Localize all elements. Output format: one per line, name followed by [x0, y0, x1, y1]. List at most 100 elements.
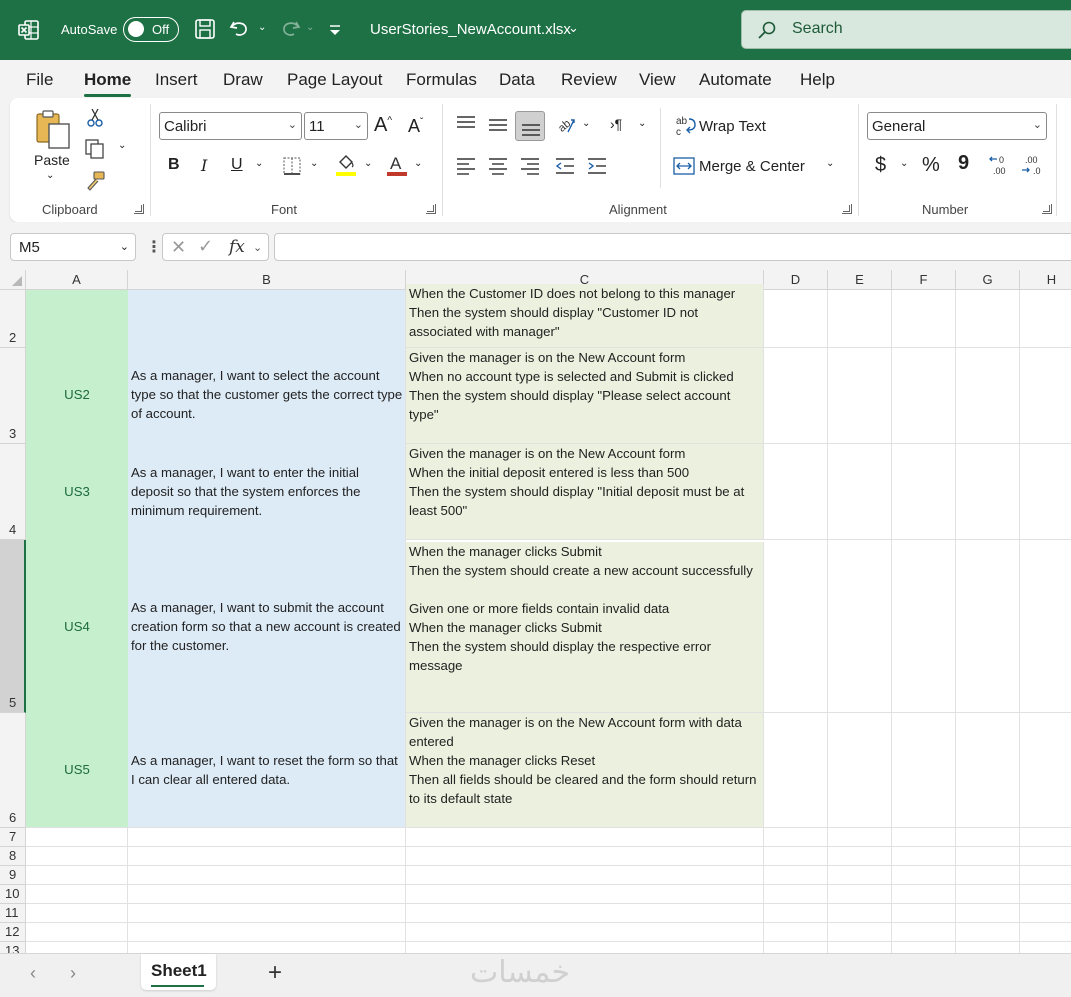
empty-cell[interactable]: [406, 847, 764, 866]
row-header[interactable]: 2: [0, 290, 26, 348]
save-icon[interactable]: [193, 17, 217, 41]
empty-cell[interactable]: [956, 540, 1020, 713]
cut-icon[interactable]: [86, 108, 104, 128]
empty-cell[interactable]: [892, 540, 956, 713]
font-name-select[interactable]: Calibri ⌄: [159, 112, 302, 140]
empty-cell[interactable]: [406, 942, 764, 953]
empty-cell[interactable]: [26, 904, 128, 923]
text-direction-dropdown-icon[interactable]: ⌄: [638, 118, 646, 129]
empty-cell[interactable]: [956, 713, 1020, 828]
align-right-icon[interactable]: [519, 155, 541, 177]
fill-color-icon[interactable]: [335, 153, 357, 177]
italic-button[interactable]: I: [201, 156, 207, 175]
empty-cell[interactable]: [828, 847, 892, 866]
add-sheet-button[interactable]: +: [268, 959, 282, 987]
empty-cell[interactable]: [26, 942, 128, 953]
empty-cell[interactable]: [892, 290, 956, 348]
cancel-icon[interactable]: ✕: [171, 237, 186, 258]
filename-dropdown-icon[interactable]: ⌄: [568, 20, 579, 36]
empty-cell[interactable]: [828, 348, 892, 444]
empty-cell[interactable]: [828, 713, 892, 828]
file-name[interactable]: UserStories_NewAccount.xlsx: [370, 21, 571, 38]
align-top-icon[interactable]: [455, 114, 477, 134]
font-color-dropdown-icon[interactable]: ⌄: [414, 158, 422, 169]
cell-b5[interactable]: As a manager, I want to submit the accou…: [128, 540, 406, 713]
bold-button[interactable]: B: [168, 156, 180, 174]
empty-cell[interactable]: [892, 942, 956, 953]
copy-icon[interactable]: [84, 138, 106, 160]
empty-cell[interactable]: [26, 828, 128, 847]
merge-dropdown-icon[interactable]: ⌄: [826, 158, 834, 169]
column-header-d[interactable]: D: [764, 270, 828, 290]
align-bottom-button[interactable]: [515, 111, 545, 141]
empty-cell[interactable]: [956, 444, 1020, 540]
empty-cell[interactable]: [1020, 904, 1071, 923]
empty-cell[interactable]: [828, 540, 892, 713]
chevron-down-icon[interactable]: ⌄: [253, 241, 262, 254]
align-center-icon[interactable]: [487, 155, 509, 177]
autosave-toggle[interactable]: Off: [123, 17, 179, 42]
empty-cell[interactable]: [956, 847, 1020, 866]
empty-cell[interactable]: [1020, 348, 1071, 444]
column-header-h[interactable]: H: [1020, 270, 1071, 290]
search-box[interactable]: Search: [741, 10, 1071, 49]
more-options-icon[interactable]: ⋮: [146, 237, 162, 257]
format-painter-icon[interactable]: [84, 170, 106, 192]
empty-cell[interactable]: [828, 923, 892, 942]
paste-label[interactable]: Paste: [34, 152, 70, 168]
empty-cell[interactable]: [128, 847, 406, 866]
empty-cell[interactable]: [892, 847, 956, 866]
enter-icon[interactable]: ✓: [198, 236, 213, 257]
merge-center-icon[interactable]: [673, 156, 695, 176]
number-launcher-icon[interactable]: [1042, 204, 1052, 214]
wrap-text-button[interactable]: Wrap Text: [699, 118, 766, 135]
cell-c4[interactable]: Given the manager is on the New Account …: [406, 444, 764, 540]
empty-cell[interactable]: [764, 923, 828, 942]
borders-dropdown-icon[interactable]: ⌄: [310, 158, 318, 169]
cell-a6[interactable]: US5: [26, 713, 128, 828]
tab-data[interactable]: Data: [499, 70, 535, 90]
empty-cell[interactable]: [128, 828, 406, 847]
empty-cell[interactable]: [892, 713, 956, 828]
increase-decimal-icon[interactable]: 0 .00: [988, 153, 1012, 177]
empty-cell[interactable]: [764, 444, 828, 540]
row-header[interactable]: 7: [0, 828, 26, 847]
empty-cell[interactable]: [892, 866, 956, 885]
cell-a2[interactable]: [26, 290, 128, 348]
clipboard-launcher-icon[interactable]: [134, 204, 144, 214]
empty-cell[interactable]: [764, 290, 828, 348]
column-header-g[interactable]: G: [956, 270, 1020, 290]
empty-cell[interactable]: [1020, 923, 1071, 942]
wrap-text-icon[interactable]: ab c: [675, 115, 697, 137]
row-header[interactable]: 3: [0, 348, 26, 444]
decrease-decimal-icon[interactable]: .00 .0: [1020, 153, 1044, 177]
column-header-e[interactable]: E: [828, 270, 892, 290]
tab-home[interactable]: Home: [84, 70, 132, 97]
customize-toolbar-icon[interactable]: [326, 17, 344, 41]
tab-file[interactable]: File: [26, 70, 53, 90]
row-header[interactable]: 4: [0, 444, 26, 540]
undo-icon[interactable]: [228, 17, 252, 41]
font-size-select[interactable]: 11 ⌄: [304, 112, 368, 140]
empty-cell[interactable]: [892, 444, 956, 540]
tab-automate[interactable]: Automate: [699, 70, 772, 90]
empty-cell[interactable]: [828, 444, 892, 540]
row-header[interactable]: 8: [0, 847, 26, 866]
tab-help[interactable]: Help: [800, 70, 835, 90]
empty-cell[interactable]: [956, 942, 1020, 953]
cell-c3[interactable]: Given the manager is on the New Account …: [406, 348, 764, 444]
empty-cell[interactable]: [764, 828, 828, 847]
empty-cell[interactable]: [764, 885, 828, 904]
empty-cell[interactable]: [1020, 885, 1071, 904]
formula-input[interactable]: [274, 233, 1071, 261]
empty-cell[interactable]: [828, 290, 892, 348]
number-format-select[interactable]: General ⌄: [867, 112, 1047, 140]
redo-dropdown-icon[interactable]: ⌄: [306, 22, 314, 33]
empty-cell[interactable]: [764, 713, 828, 828]
prev-sheet-icon[interactable]: ‹: [30, 963, 36, 984]
tab-formulas[interactable]: Formulas: [406, 70, 477, 90]
tab-page-layout[interactable]: Page Layout: [287, 70, 382, 90]
currency-button[interactable]: $: [875, 154, 886, 177]
empty-cell[interactable]: [128, 904, 406, 923]
empty-cell[interactable]: [764, 847, 828, 866]
